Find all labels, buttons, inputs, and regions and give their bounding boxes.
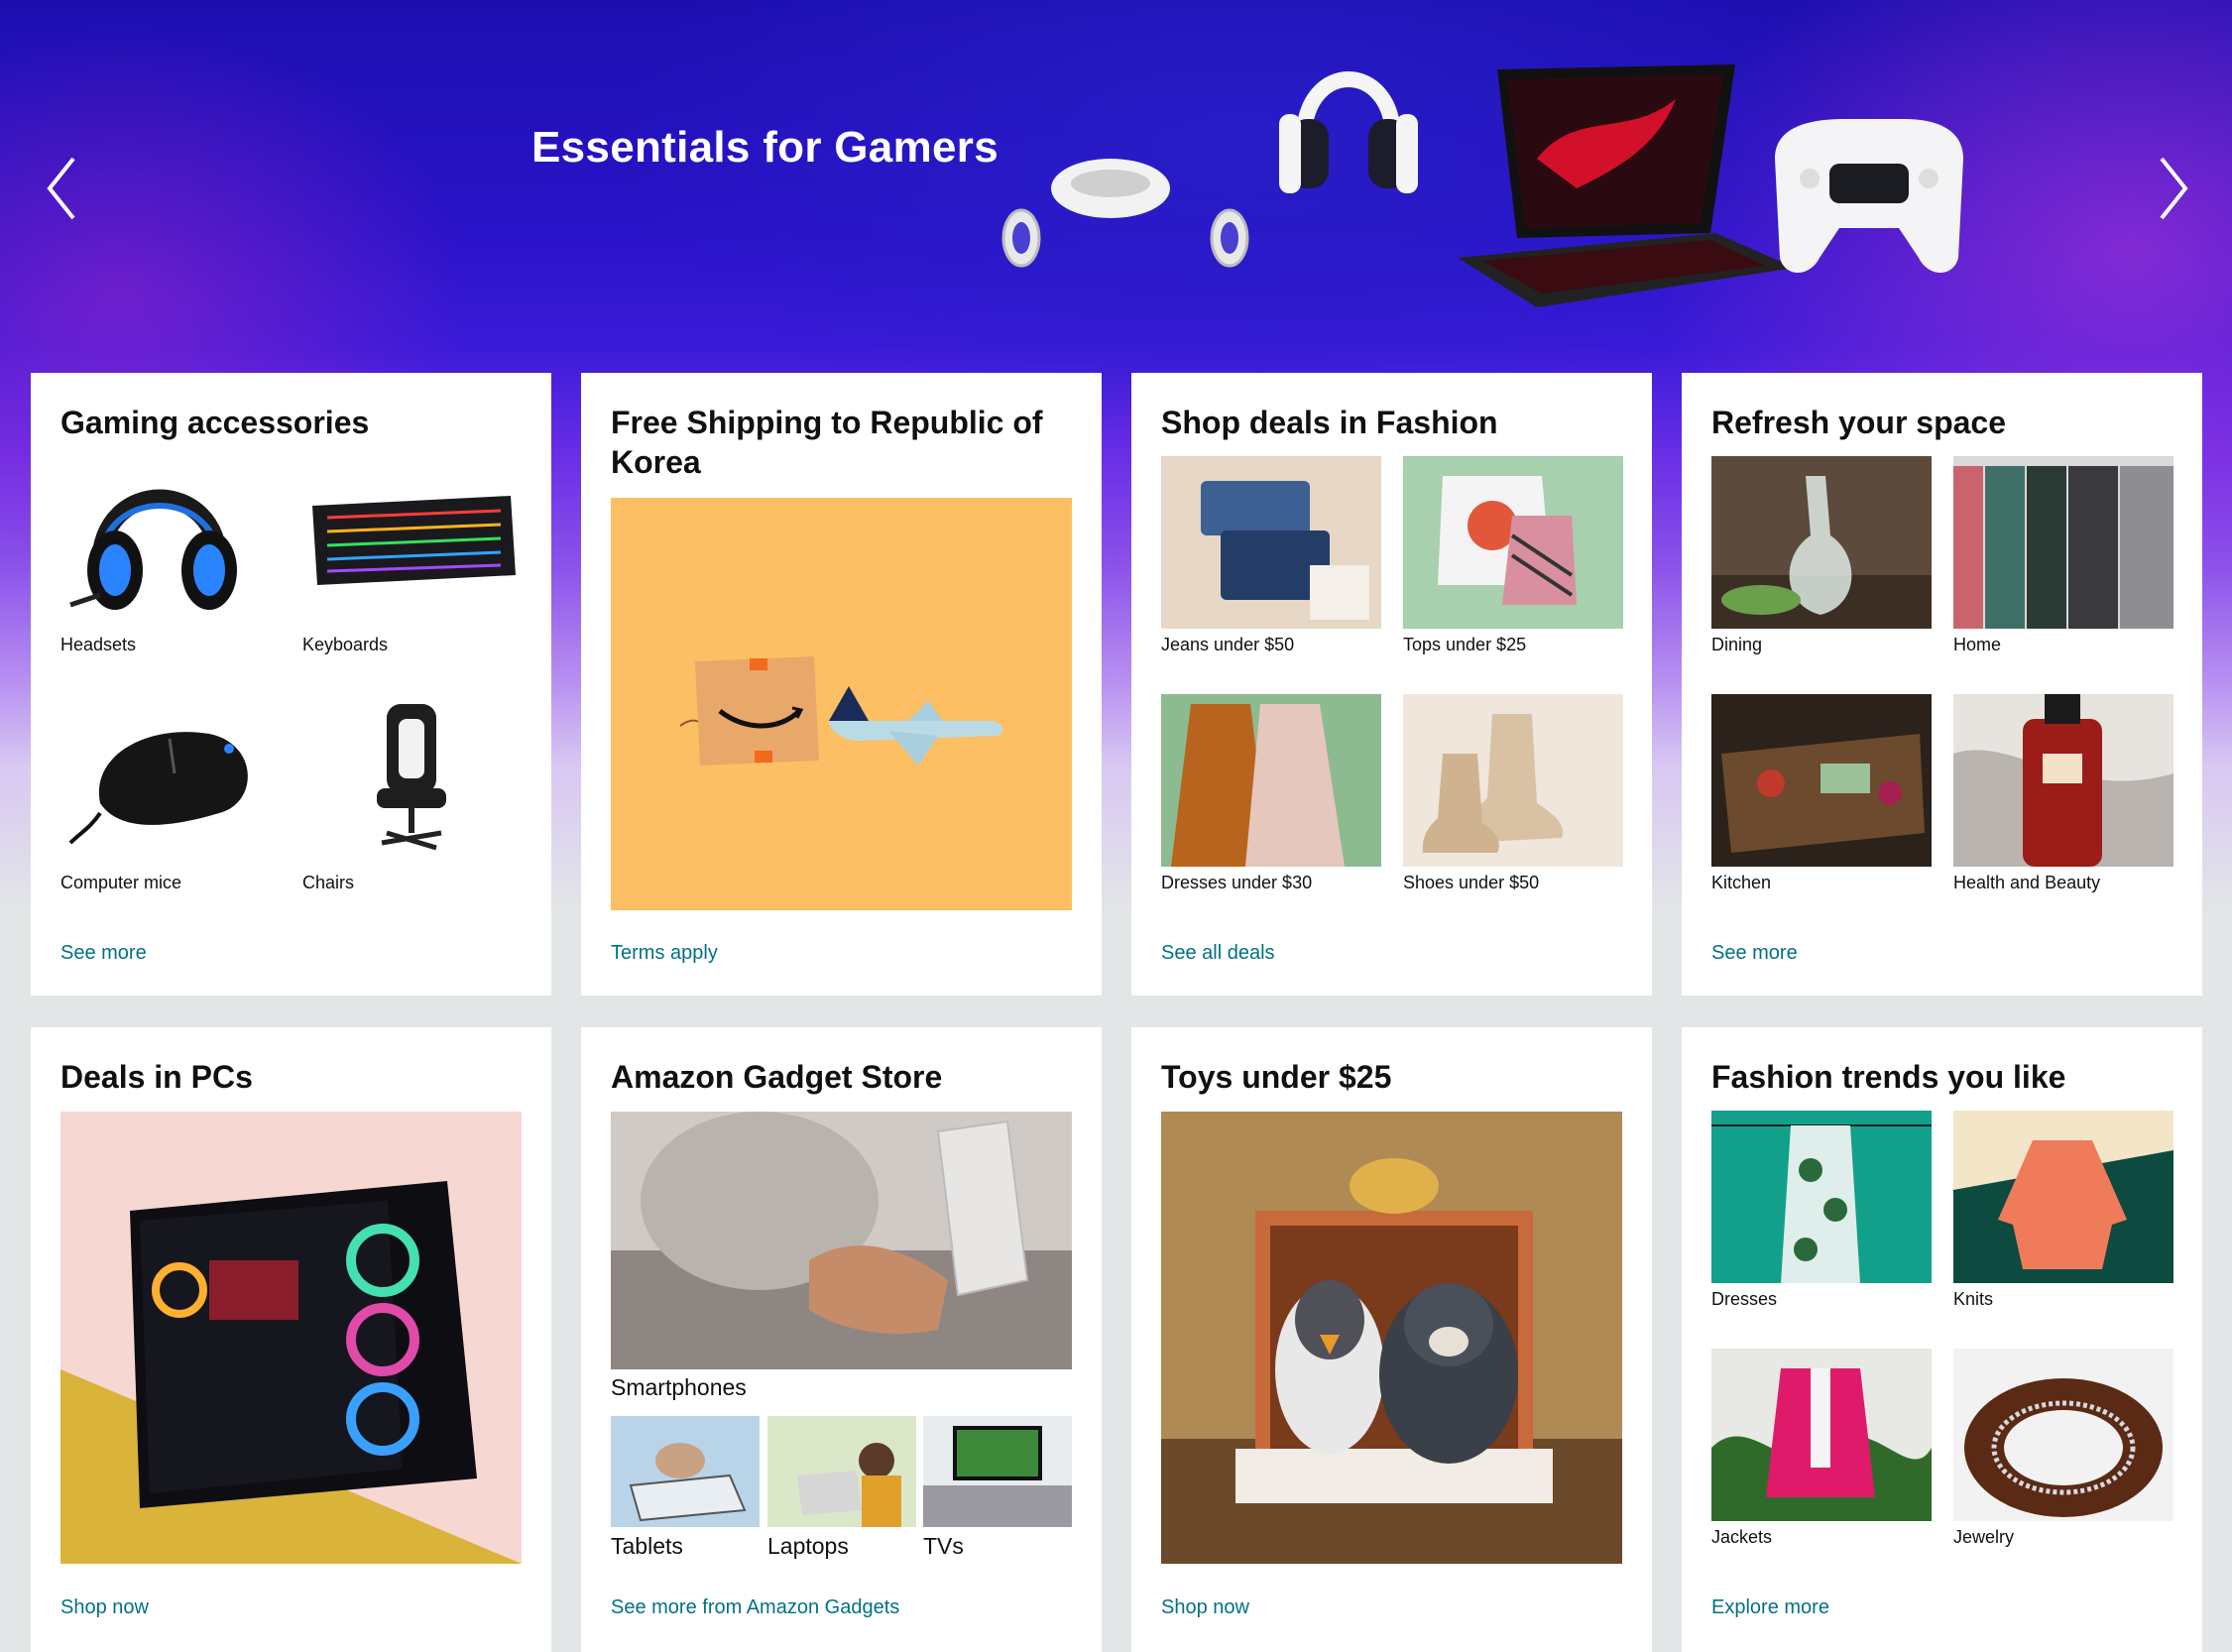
grid-item-label: Home [1953, 635, 2002, 654]
headset-image [60, 456, 281, 629]
card-title: Fashion trends you like [1711, 1059, 2066, 1095]
grid-item-chairs[interactable]: Chairs [302, 694, 523, 893]
chevron-right-icon [2160, 157, 2188, 220]
card-title: Refresh your space [1711, 405, 2007, 440]
shipping-image[interactable] [611, 498, 1072, 910]
grid-item-label: Computer mice [60, 873, 182, 892]
grid-item-tvs[interactable]: TVs [923, 1416, 1072, 1560]
chair-image [302, 694, 523, 867]
jewelry-image [1953, 1349, 2173, 1521]
mouse-image [60, 694, 281, 867]
grid-item-label: Dining [1711, 635, 1763, 654]
smartphones-image[interactable] [611, 1112, 1072, 1369]
game-controller-icon [1775, 119, 1963, 273]
grid-item-jackets[interactable]: Jackets [1711, 1349, 1932, 1548]
grid-item-label: Headsets [60, 635, 137, 654]
home-image [1953, 456, 2173, 629]
grid-item-label: Knits [1953, 1289, 1994, 1309]
grid-item-home[interactable]: Home [1953, 456, 2173, 655]
grid-item-shoes[interactable]: Shoes under $50 [1403, 694, 1623, 893]
grid-item-health-beauty[interactable]: Health and Beauty [1953, 694, 2173, 893]
hero-prev-button[interactable] [38, 149, 87, 228]
grid-item-tablets[interactable]: Tablets [611, 1416, 760, 1560]
card-shop-deals-fashion: Shop deals in Fashion Jeans under $50 To… [1131, 373, 1652, 996]
jackets-image [1711, 1349, 1932, 1521]
toys-image[interactable] [1161, 1112, 1622, 1564]
grid-item-dresses[interactable]: Dresses under $30 [1161, 694, 1381, 893]
dresses-image [1711, 1111, 1932, 1283]
card-title: Amazon Gadget Store [611, 1059, 943, 1095]
card-toys-under-25: Toys under $25 Shop now [1131, 1027, 1652, 1652]
grid-item-label: Dresses under $30 [1161, 873, 1313, 892]
headphones-icon [1279, 71, 1418, 193]
grid-item-label: Chairs [302, 873, 355, 892]
grid-item-label: Laptops [767, 1533, 849, 1559]
grid-item-label: Jeans under $50 [1161, 635, 1295, 654]
grid-item-computer-mice[interactable]: Computer mice [60, 694, 281, 893]
grid-item-jeans[interactable]: Jeans under $50 [1161, 456, 1381, 655]
grid-item-label: Jewelry [1953, 1527, 2015, 1547]
card-title: Toys under $25 [1161, 1059, 1392, 1095]
grid-item-label: Health and Beauty [1953, 873, 2101, 892]
card-title: Shop deals in Fashion [1161, 405, 1498, 440]
gaming-products-image [1001, 64, 1963, 307]
terms-apply-link[interactable]: Terms apply [611, 942, 718, 965]
shop-now-link[interactable]: Shop now [60, 1596, 149, 1619]
grid-item-label: TVs [923, 1533, 964, 1559]
see-more-link[interactable]: See more [60, 942, 147, 965]
card-refresh-your-space: Refresh your space Dining Home Kitchen H… [1682, 373, 2202, 996]
laptop-icon [1458, 64, 1795, 307]
card-title: Deals in PCs [60, 1059, 253, 1095]
card-gaming-accessories: Gaming accessories Headsets Keyboards Co… [31, 373, 551, 996]
tops-image [1403, 456, 1623, 629]
card-title: Gaming accessories [60, 405, 370, 440]
grid-item-tops[interactable]: Tops under $25 [1403, 456, 1623, 655]
kitchen-image [1711, 694, 1932, 867]
grid-item-kitchen[interactable]: Kitchen [1711, 694, 1932, 893]
smartphones-label: Smartphones [611, 1374, 747, 1400]
grid-item-label: Shoes under $50 [1403, 873, 1540, 892]
hero-title: Essentials for Gamers [531, 123, 999, 172]
grid-item-label: Kitchen [1711, 873, 1772, 892]
laptops-image [767, 1416, 916, 1527]
see-more-gadgets-link[interactable]: See more from Amazon Gadgets [611, 1596, 899, 1619]
grid-item-label: Keyboards [302, 635, 389, 654]
grid-item-laptops[interactable]: Laptops [767, 1416, 916, 1560]
card-fashion-trends: Fashion trends you like Dresses Knits Ja… [1682, 1027, 2202, 1652]
chevron-left-icon [47, 157, 75, 220]
card-deals-in-pcs: Deals in PCs Shop now [31, 1027, 551, 1652]
gaming-pc-image[interactable] [60, 1112, 522, 1564]
see-more-link[interactable]: See more [1711, 942, 1798, 965]
tablets-image [611, 1416, 760, 1527]
card-free-shipping: Free Shipping to Republic of Korea Terms… [581, 373, 1102, 996]
shop-now-link[interactable]: Shop now [1161, 1596, 1249, 1619]
card-title: Free Shipping to Republic of Korea [611, 405, 1043, 480]
grid-item-label: Jackets [1711, 1527, 1773, 1547]
grid-item-keyboards[interactable]: Keyboards [302, 456, 523, 655]
keyboard-image [302, 456, 523, 629]
explore-more-link[interactable]: Explore more [1711, 1596, 1829, 1619]
see-all-deals-link[interactable]: See all deals [1161, 942, 1275, 965]
shoes-image [1403, 694, 1623, 867]
grid-item-jewelry[interactable]: Jewelry [1953, 1349, 2173, 1548]
gadget-subgrid: Tablets Laptops TVs [611, 1416, 1072, 1565]
grid-item-label: Tops under $25 [1403, 635, 1527, 654]
grid-item-dining[interactable]: Dining [1711, 456, 1932, 655]
grid-item-headsets[interactable]: Headsets [60, 456, 281, 655]
grid-item-dresses[interactable]: Dresses [1711, 1111, 1932, 1310]
dresses-image [1161, 694, 1381, 867]
grid-item-label: Tablets [611, 1533, 683, 1559]
hero-next-button[interactable] [2148, 149, 2197, 228]
health-beauty-image [1953, 694, 2173, 867]
dining-image [1711, 456, 1932, 629]
grid-item-knits[interactable]: Knits [1953, 1111, 2173, 1310]
jeans-image [1161, 456, 1381, 629]
card-amazon-gadget-store: Amazon Gadget Store Smartphones Tablets … [581, 1027, 1102, 1652]
knits-image [1953, 1111, 2173, 1283]
grid-item-label: Dresses [1711, 1289, 1778, 1309]
vr-headset-icon [1001, 159, 1249, 268]
tvs-image [923, 1416, 1072, 1527]
